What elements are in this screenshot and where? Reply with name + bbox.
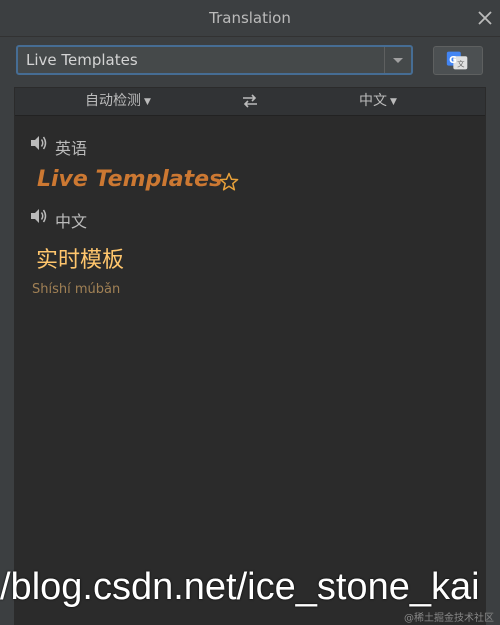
language-bar: 自动检测 ▼ 中文 ▼ [15, 88, 485, 116]
svg-text:G: G [449, 55, 457, 66]
watermark-credit: @稀土掘金技术社区 [404, 613, 494, 624]
translate-button[interactable]: G 文 [433, 46, 483, 75]
history-dropdown-button[interactable] [384, 47, 411, 73]
translation-input[interactable]: Live Templates [26, 47, 138, 73]
target-language-selector[interactable]: 中文 ▼ [359, 88, 397, 115]
window-title: Translation [209, 9, 291, 27]
translation-panel: 自动检测 ▼ 中文 ▼ 英语 Live Templates 中文 实时模板 Shís… [14, 87, 486, 625]
transliteration-text: Shíshí múbǎn [32, 282, 121, 297]
speaker-icon[interactable] [30, 135, 48, 151]
close-icon[interactable] [476, 9, 494, 27]
svg-text:文: 文 [457, 59, 465, 69]
translation-text: 实时模板 [36, 248, 125, 273]
chevron-down-icon: ▼ [144, 97, 151, 107]
source-text: Live Templates [37, 167, 223, 192]
title-bar: Translation [0, 0, 500, 37]
source-language-label: 自动检测 [85, 93, 141, 109]
target-language-label: 中文 [359, 93, 387, 109]
source-language-selector[interactable]: 自动检测 ▼ [85, 88, 151, 115]
watermark-url: /blog.csdn.net/ice_stone_kai [0, 566, 480, 608]
speaker-icon[interactable] [30, 208, 48, 224]
swap-icon[interactable] [241, 93, 259, 109]
source-language-name: 英语 [55, 139, 88, 158]
chevron-down-icon [393, 58, 403, 63]
target-language-name: 中文 [55, 212, 88, 231]
chevron-down-icon: ▼ [390, 97, 397, 107]
translation-input-combo[interactable]: Live Templates [16, 45, 413, 75]
star-icon[interactable] [219, 172, 239, 192]
google-translate-icon: G 文 [446, 51, 468, 70]
